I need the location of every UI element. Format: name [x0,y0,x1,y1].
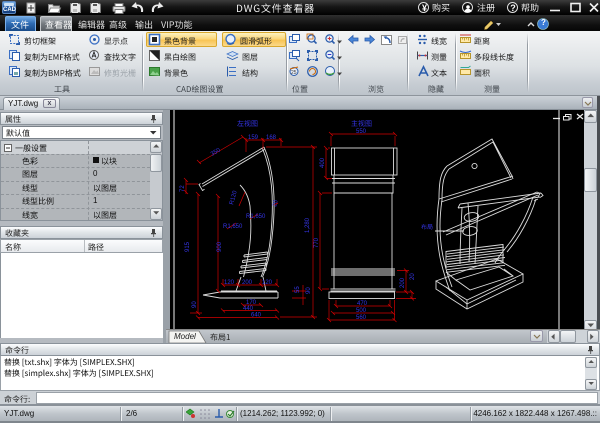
svg-text:20: 20 [410,273,416,280]
svg-text:640: 640 [251,313,262,319]
svg-text:R120: R120 [229,189,239,205]
svg-text:25: 25 [291,70,297,76]
svg-text:500: 500 [356,308,367,314]
svg-text:1,280: 1,280 [305,217,311,233]
svg-text:72: 72 [180,185,186,192]
svg-text:560: 560 [356,315,367,321]
svg-text:120: 120 [262,280,273,286]
svg-text:20: 20 [272,199,280,208]
svg-text:900: 900 [217,241,223,252]
svg-text:159: 159 [248,135,259,141]
svg-text:440: 440 [243,306,254,312]
svg-text:R1,650: R1,650 [223,224,243,230]
svg-text:55: 55 [295,286,301,293]
svg-text:550: 550 [356,129,367,135]
svg-text:400: 400 [320,157,326,168]
svg-text:R1,650: R1,650 [246,214,266,220]
svg-text:770: 770 [314,237,320,248]
svg-text:120: 120 [224,280,235,286]
svg-text:90: 90 [306,287,312,294]
svg-text:350: 350 [210,147,222,158]
svg-text:915: 915 [185,241,191,252]
svg-text:200: 200 [242,280,253,286]
svg-text:90: 90 [192,301,198,308]
svg-text:168: 168 [266,135,277,141]
svg-text:470: 470 [357,301,368,307]
svg-text:200: 200 [400,277,406,288]
